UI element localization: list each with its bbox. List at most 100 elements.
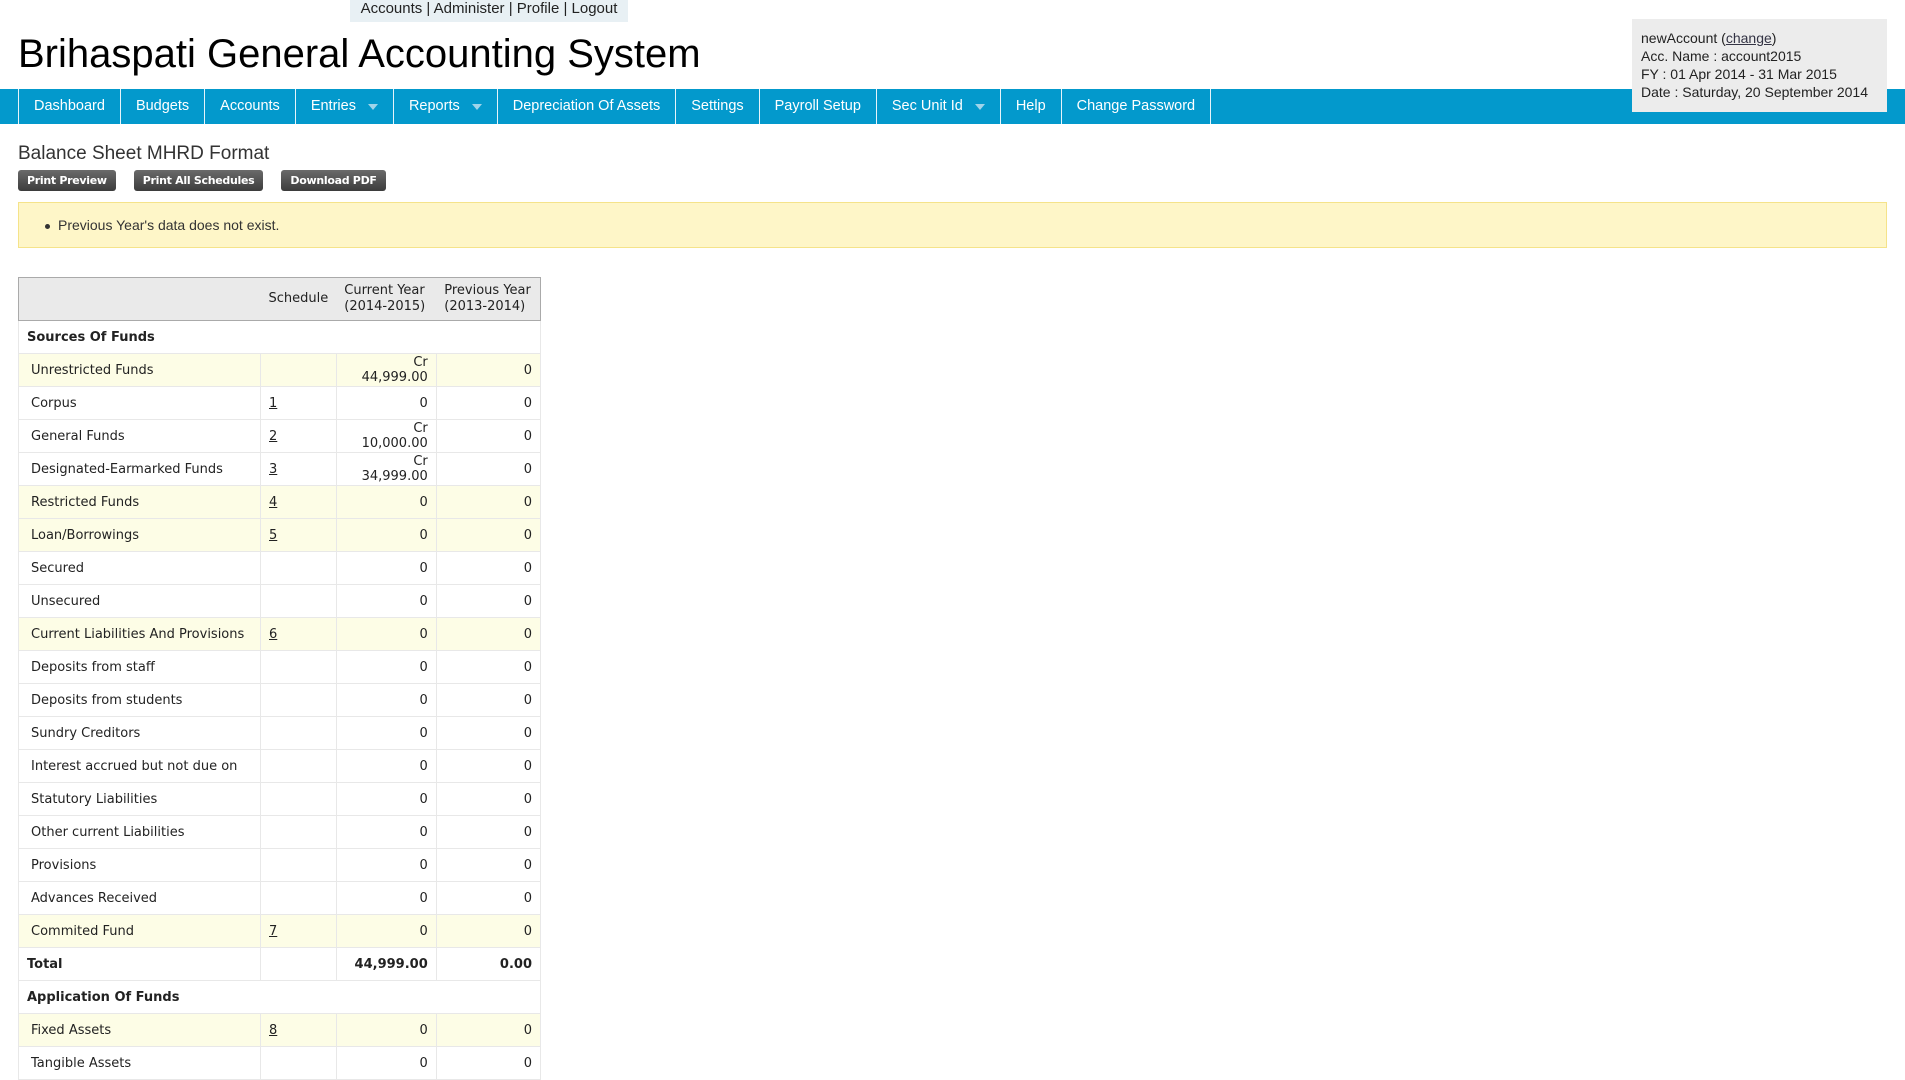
row-previous-year: 0 [435, 452, 542, 486]
account-name: newAccount [1641, 30, 1718, 46]
schedule-link[interactable]: 3 [269, 462, 277, 477]
row-name: Loan/Borrowings [18, 518, 261, 552]
nav-budgets[interactable]: Budgets [119, 89, 204, 124]
table-row: Restricted Funds 4 0 0 [18, 485, 542, 519]
row-name: Unsecured [18, 584, 261, 618]
table-row: Statutory Liabilities 0 0 [18, 782, 542, 816]
row-name: General Funds [18, 419, 261, 453]
row-schedule: 7 [260, 914, 337, 948]
notice-message: Previous Year's data does not exist. [18, 202, 1887, 248]
header-previous-year: Previous Year (2013-2014) [436, 277, 542, 321]
table-row: Secured 0 0 [18, 551, 542, 585]
row-current-year: 0 [335, 683, 437, 717]
row-schedule [260, 848, 337, 882]
table-row: General Funds 2 Cr 10,000.00 0 [18, 419, 542, 453]
caret-down-icon [974, 103, 985, 110]
row-name: Unrestricted Funds [18, 353, 261, 387]
row-schedule [260, 749, 337, 783]
nav-label: Help [1015, 98, 1046, 114]
table-row: Other current Liabilities 0 0 [18, 815, 542, 849]
row-schedule: 6 [260, 617, 337, 651]
balance-sheet-table: Schedule Current Year (2014-2015) Previou… [18, 277, 542, 1080]
row-previous-year: 0 [435, 749, 542, 783]
table-row: Provisions 0 0 [18, 848, 542, 882]
nav-dashboard[interactable]: Dashboard [18, 89, 120, 124]
administer-link[interactable]: Administer [434, 0, 505, 17]
row-schedule: 3 [260, 452, 337, 486]
row-schedule [260, 353, 337, 387]
table-row: Unsecured 0 0 [18, 584, 542, 618]
schedule-link[interactable]: 8 [269, 1023, 277, 1038]
schedule-link[interactable]: 7 [269, 924, 277, 939]
row-name: Other current Liabilities [18, 815, 261, 849]
table-row: Tangible Assets 0 0 [18, 1046, 542, 1080]
row-schedule [260, 683, 337, 717]
nav-depreciation-of-assets[interactable]: Depreciation Of Assets [496, 89, 676, 124]
top-links: Accounts | Administer | Profile | Logout [350, 0, 628, 22]
schedule-link[interactable]: 2 [269, 429, 277, 444]
nav-accounts[interactable]: Accounts [204, 89, 295, 124]
row-name: Total [18, 947, 261, 981]
change-account-link[interactable]: change [1726, 30, 1772, 46]
notice-text: Previous Year's data does not exist. [58, 217, 280, 233]
row-current-year: 0 [335, 848, 437, 882]
fiscal-year: FY : 01 Apr 2014 - 31 Mar 2015 [1641, 66, 1837, 82]
print-preview-button[interactable]: Print Preview [18, 170, 116, 191]
row-name: Statutory Liabilities [18, 782, 261, 816]
main-nav: Dashboard Budgets Accounts Entries Reports De… [0, 89, 1905, 124]
row-schedule: 1 [260, 386, 337, 420]
profile-link[interactable]: Profile [517, 0, 560, 17]
row-previous-year: 0 [435, 914, 542, 948]
row-current-year: 0 [335, 749, 437, 783]
row-schedule [260, 551, 337, 585]
row-previous-year: 0 [435, 683, 542, 717]
row-previous-year: 0 [435, 881, 542, 915]
row-previous-year: 0 [435, 848, 542, 882]
row-name: Commited Fund [18, 914, 261, 948]
table-row: Fixed Assets 8 0 0 [18, 1013, 542, 1047]
table-row: Advances Received 0 0 [18, 881, 542, 915]
table-row: Deposits from students 0 0 [18, 683, 542, 717]
nav-help[interactable]: Help [999, 89, 1061, 124]
table-row: Corpus 1 0 0 [18, 386, 542, 420]
nav-change-password[interactable]: Change Password [1060, 89, 1212, 124]
row-previous-year: 0 [435, 617, 542, 651]
nav-settings[interactable]: Settings [675, 89, 758, 124]
section-title: Application Of Funds [18, 980, 541, 1014]
nav-payroll-setup[interactable]: Payroll Setup [758, 89, 876, 124]
schedule-link[interactable]: 4 [269, 495, 277, 510]
row-current-year: 0 [335, 914, 437, 948]
nav-label: Payroll Setup [774, 98, 861, 114]
row-schedule: 2 [260, 419, 337, 453]
row-schedule [260, 815, 337, 849]
row-previous-year: 0 [435, 1013, 542, 1047]
caret-down-icon [367, 103, 378, 110]
row-name: Current Liabilities And Provisions [18, 617, 261, 651]
row-name: Advances Received [18, 881, 261, 915]
row-previous-year: 0 [435, 584, 542, 618]
row-current-year: 0 [335, 716, 437, 750]
download-pdf-button[interactable]: Download PDF [281, 170, 386, 191]
row-previous-year: 0 [435, 353, 542, 387]
nav-entries[interactable]: Entries [294, 89, 393, 124]
row-current-year: 0 [335, 815, 437, 849]
nav-reports[interactable]: Reports [392, 89, 497, 124]
schedule-link[interactable]: 6 [269, 627, 277, 642]
accounts-link[interactable]: Accounts [361, 0, 423, 17]
table-row: Designated-Earmarked Funds 3 Cr 34,999.0… [18, 452, 542, 486]
table-row: Sundry Creditors 0 0 [18, 716, 542, 750]
schedule-link[interactable]: 1 [269, 396, 277, 411]
table-header: Schedule Current Year (2014-2015) Previou… [18, 277, 542, 321]
row-current-year: 0 [335, 386, 437, 420]
logout-link[interactable]: Logout [572, 0, 618, 17]
schedule-link[interactable]: 5 [269, 528, 277, 543]
row-schedule [260, 650, 337, 684]
row-name: Designated-Earmarked Funds [18, 452, 261, 486]
row-previous-year: 0 [435, 386, 542, 420]
nav-sec-unit-id[interactable]: Sec Unit Id [875, 89, 1000, 124]
row-name: Corpus [18, 386, 261, 420]
row-current-year: 44,999.00 [335, 947, 437, 981]
row-name: Interest accrued but not due on [18, 749, 261, 783]
row-schedule [260, 881, 337, 915]
print-all-schedules-button[interactable]: Print All Schedules [133, 170, 264, 191]
